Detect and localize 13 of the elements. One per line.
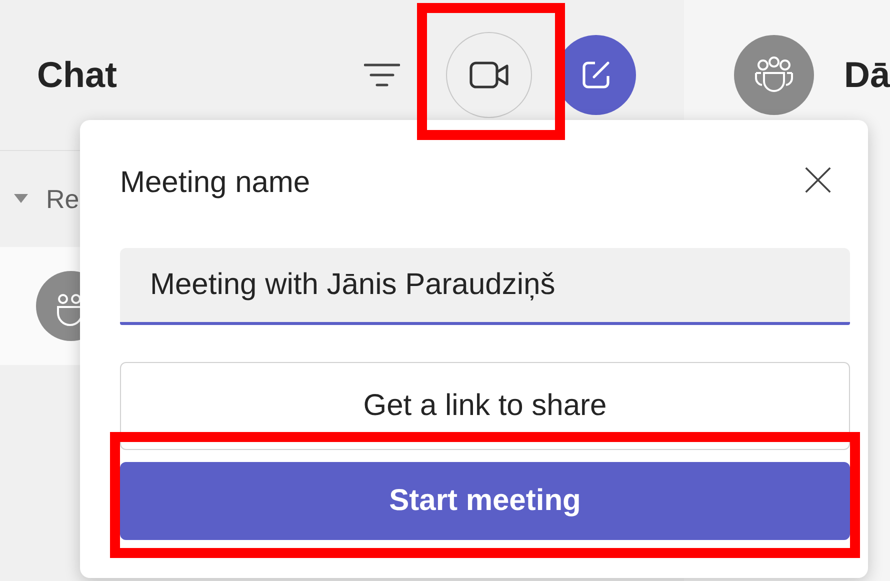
compose-icon <box>580 59 612 91</box>
close-icon <box>804 166 832 194</box>
close-button[interactable] <box>804 166 832 194</box>
conversation-title: Dā <box>844 53 890 97</box>
start-meeting-button[interactable]: Start meeting <box>120 462 850 540</box>
meeting-name-label: Meeting name <box>120 166 310 200</box>
chat-title: Chat <box>37 54 118 96</box>
section-label[interactable]: Re <box>46 184 80 214</box>
meeting-name-field[interactable]: Meeting with Jānis Paraudziņš <box>120 248 850 325</box>
caret-icon[interactable] <box>14 194 28 204</box>
filter-icon[interactable] <box>364 63 400 87</box>
video-camera-icon <box>468 61 509 89</box>
group-avatar-icon <box>734 35 814 115</box>
